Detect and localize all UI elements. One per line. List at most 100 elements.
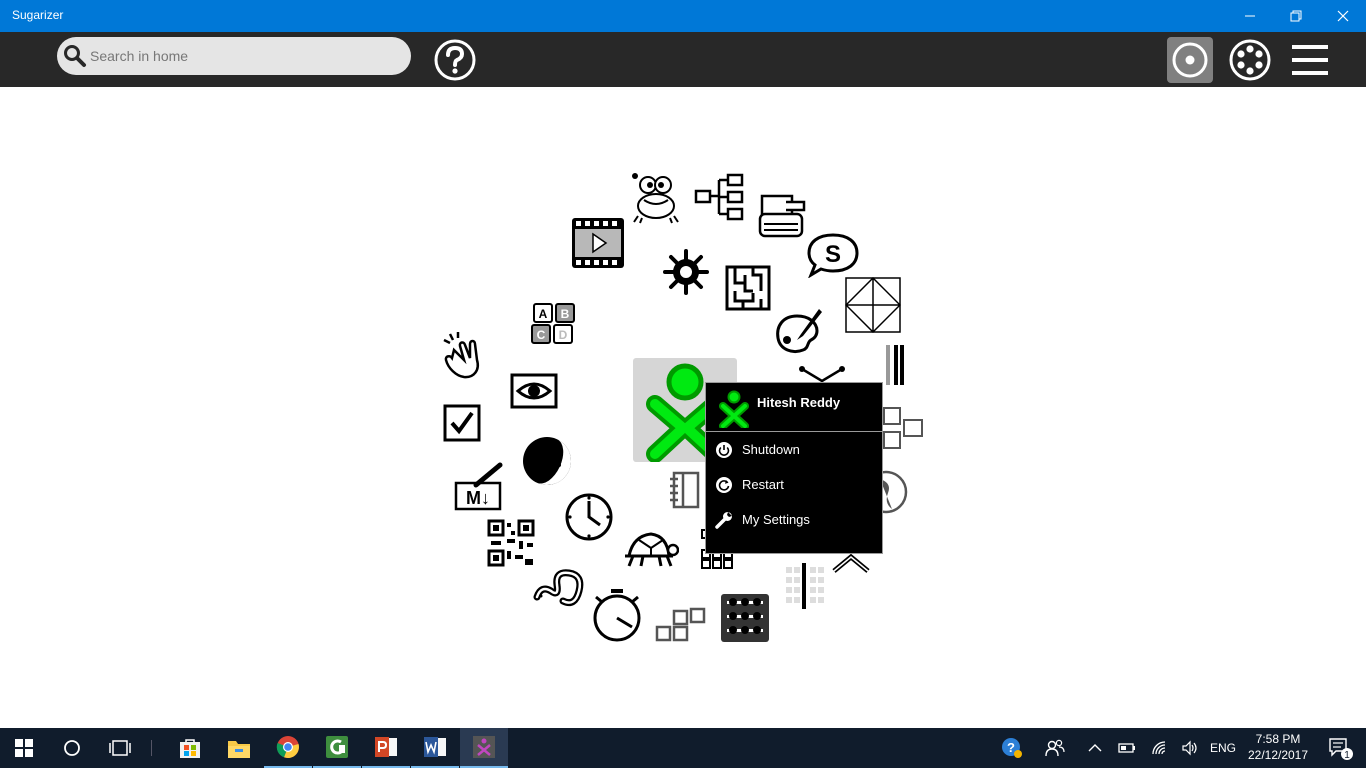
activity-abacus[interactable] — [720, 593, 770, 643]
turtle-icon — [625, 532, 679, 567]
help-button[interactable] — [432, 37, 478, 83]
activity-memorize[interactable] — [880, 406, 926, 452]
clock-time: 7:58 PM — [1255, 732, 1301, 746]
list-view-icon — [1292, 45, 1328, 75]
film-icon — [572, 218, 624, 268]
activity-blocks[interactable] — [655, 607, 707, 643]
close-icon — [1337, 10, 1349, 22]
neighborhood-view-button[interactable] — [1227, 37, 1273, 83]
minimize-icon — [1245, 15, 1255, 17]
folder-icon — [228, 741, 250, 758]
activity-chevron[interactable] — [830, 551, 872, 575]
xo-small-icon — [719, 390, 749, 428]
svg-text:A: A — [539, 307, 548, 321]
svg-text:D: D — [559, 328, 568, 342]
stopwatch-icon — [593, 589, 641, 642]
activity-worm[interactable] — [533, 567, 585, 609]
activity-clock[interactable] — [564, 492, 614, 542]
taskbar-sugarizer[interactable] — [460, 728, 508, 768]
chevron-up-icon — [832, 553, 870, 573]
blocks-icon — [655, 607, 706, 642]
action-center-button[interactable]: 1 — [1320, 728, 1360, 768]
activity-speak[interactable]: S — [806, 232, 860, 278]
tray-wifi[interactable] — [1149, 728, 1171, 768]
battery-icon — [1118, 743, 1135, 753]
activity-turtle[interactable] — [621, 528, 679, 570]
camtasia-icon — [326, 736, 348, 758]
activity-qrcode[interactable] — [487, 519, 537, 569]
tray-volume[interactable] — [1179, 728, 1201, 768]
chevron-up-tray-icon — [1088, 744, 1102, 752]
restore-button[interactable] — [1273, 0, 1319, 32]
svg-text:?: ? — [1007, 740, 1015, 755]
shutdown-menu-item[interactable]: Shutdown — [706, 432, 882, 467]
activity-stopwatch[interactable] — [590, 587, 644, 643]
tray-help[interactable]: ? — [998, 728, 1026, 768]
bars-icon — [886, 345, 904, 385]
activity-dotted-grid[interactable] — [784, 563, 826, 609]
activity-write[interactable] — [756, 192, 808, 242]
markdown-icon: M↓ — [454, 462, 503, 511]
tray-battery[interactable] — [1116, 728, 1138, 768]
activity-abecedarium[interactable]: A B C D — [530, 302, 580, 346]
cortana-button[interactable] — [48, 728, 96, 768]
restore-icon — [1290, 10, 1302, 22]
activity-settings-star[interactable] — [661, 248, 711, 296]
abcd-blocks-icon: A B C D — [531, 303, 575, 344]
moon-icon — [523, 437, 571, 485]
restart-menu-item[interactable]: Restart — [706, 467, 882, 502]
minimize-button[interactable] — [1227, 0, 1273, 32]
taskbar-word[interactable] — [411, 728, 459, 768]
tray-people[interactable] — [1042, 728, 1068, 768]
diamond-grid-icon — [845, 277, 901, 333]
activity-geometry[interactable] — [845, 277, 901, 333]
my-settings-menu-item[interactable]: My Settings — [706, 502, 882, 537]
restart-label: Restart — [742, 477, 784, 492]
activity-clap[interactable] — [440, 330, 492, 380]
activity-mindmap[interactable] — [694, 173, 746, 223]
activity-checklist[interactable] — [443, 404, 481, 442]
powerpoint-icon — [375, 737, 397, 757]
activity-eye[interactable] — [510, 373, 558, 409]
activity-bars[interactable] — [882, 343, 908, 387]
sugarizer-icon — [473, 736, 495, 758]
taskbar-camtasia[interactable] — [313, 728, 361, 768]
cortana-icon — [64, 740, 80, 756]
activity-paint[interactable] — [773, 306, 825, 356]
taskbar-chrome[interactable] — [264, 728, 312, 768]
tray-language[interactable]: ENG — [1210, 741, 1236, 755]
eye-icon — [510, 373, 558, 409]
window-title: Sugarizer — [12, 8, 64, 22]
owner-name: Hitesh Reddy — [757, 395, 841, 410]
taskbar-powerpoint[interactable] — [362, 728, 410, 768]
home-toolbar — [0, 32, 1366, 87]
list-view-button[interactable] — [1287, 37, 1333, 83]
notification-icon: 1 — [1329, 738, 1353, 761]
activity-maze[interactable] — [725, 265, 771, 311]
taskbar-store[interactable] — [166, 728, 214, 768]
activity-video-viewer[interactable] — [571, 217, 625, 269]
notification-count: 1 — [1344, 750, 1350, 761]
mindmap-icon — [694, 173, 744, 221]
popup-header: Hitesh Reddy — [706, 383, 882, 432]
task-view-button[interactable] — [96, 728, 144, 768]
my-settings-label: My Settings — [742, 512, 810, 527]
search-input[interactable] — [90, 37, 400, 75]
activity-frog[interactable] — [628, 170, 684, 224]
taskbar-file-explorer[interactable] — [215, 728, 263, 768]
power-icon — [716, 441, 732, 458]
close-button[interactable] — [1320, 0, 1366, 32]
activity-journal[interactable] — [667, 471, 701, 509]
wifi-icon — [1152, 741, 1166, 755]
windows-logo-icon — [15, 739, 33, 757]
svg-text:M↓: M↓ — [466, 488, 490, 508]
start-button[interactable] — [0, 728, 48, 768]
qr-code-icon — [487, 519, 535, 567]
people-icon — [1045, 739, 1065, 757]
activity-moon[interactable] — [521, 435, 573, 487]
radial-view-button[interactable] — [1167, 37, 1213, 83]
tray-show-hidden[interactable] — [1084, 728, 1106, 768]
svg-text:B: B — [561, 307, 570, 321]
activity-markdown[interactable]: M↓ — [454, 461, 504, 511]
tray-clock[interactable]: 7:58 PM 22/12/2017 — [1242, 731, 1314, 763]
